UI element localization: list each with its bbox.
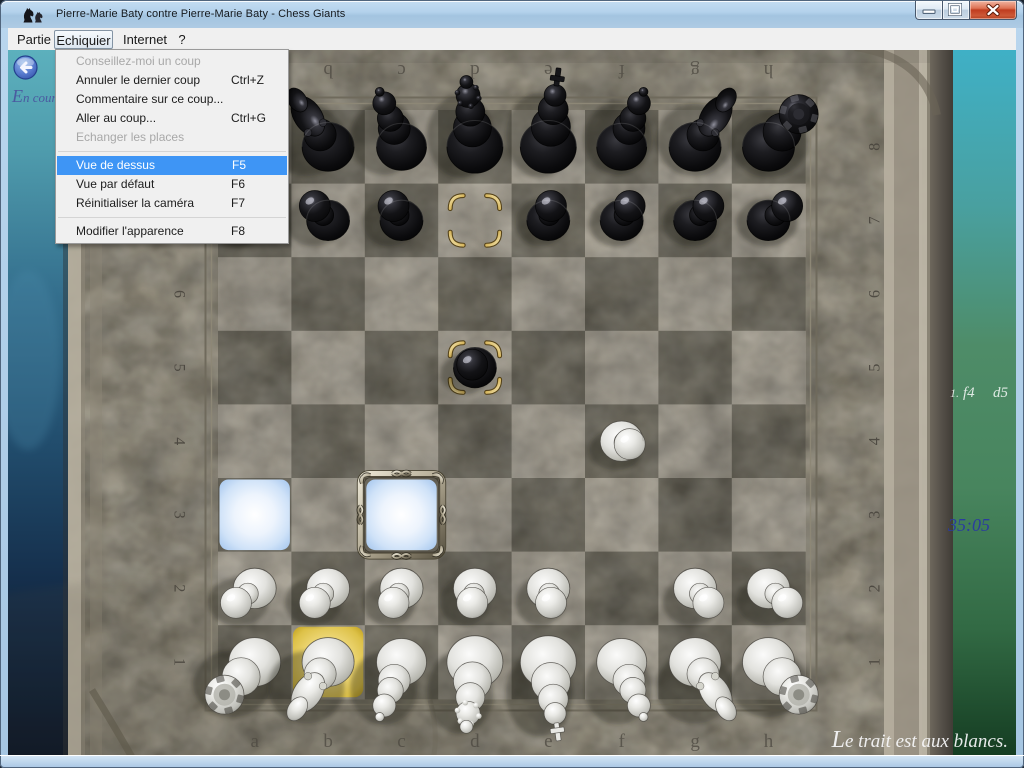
- svg-text:d5: d5: [993, 385, 1009, 401]
- svg-text:d: d: [470, 731, 480, 752]
- svg-text:h: h: [764, 731, 774, 752]
- svg-text:b: b: [323, 60, 333, 81]
- svg-text:4: 4: [170, 437, 187, 445]
- svg-text:f: f: [619, 731, 626, 752]
- svg-text:3: 3: [170, 511, 187, 519]
- svg-text:6: 6: [170, 290, 187, 298]
- svg-text:b: b: [323, 731, 333, 752]
- svg-text:1: 1: [170, 658, 187, 666]
- svg-text:1: 1: [867, 658, 884, 666]
- svg-text:g: g: [690, 731, 700, 752]
- svg-text:1.: 1.: [950, 386, 959, 400]
- svg-text:3: 3: [867, 511, 884, 519]
- svg-text:35:05: 35:05: [947, 515, 990, 535]
- svg-text:5: 5: [170, 364, 187, 372]
- svg-text:7: 7: [867, 216, 884, 224]
- svg-text:g: g: [690, 60, 700, 81]
- svg-text:c: c: [397, 60, 405, 81]
- svg-text:a: a: [250, 731, 259, 752]
- svg-text:c: c: [397, 731, 405, 752]
- svg-text:5: 5: [867, 364, 884, 372]
- svg-text:4: 4: [867, 437, 884, 445]
- svg-text:f4: f4: [963, 385, 975, 401]
- svg-text:2: 2: [170, 584, 187, 592]
- svg-text:2: 2: [867, 584, 884, 592]
- svg-text:6: 6: [867, 290, 884, 298]
- svg-text:Le trait est aux blancs.: Le trait est aux blancs.: [831, 727, 1008, 753]
- svg-text:8: 8: [867, 143, 884, 151]
- svg-text:f: f: [618, 60, 625, 81]
- svg-text:h: h: [763, 60, 773, 81]
